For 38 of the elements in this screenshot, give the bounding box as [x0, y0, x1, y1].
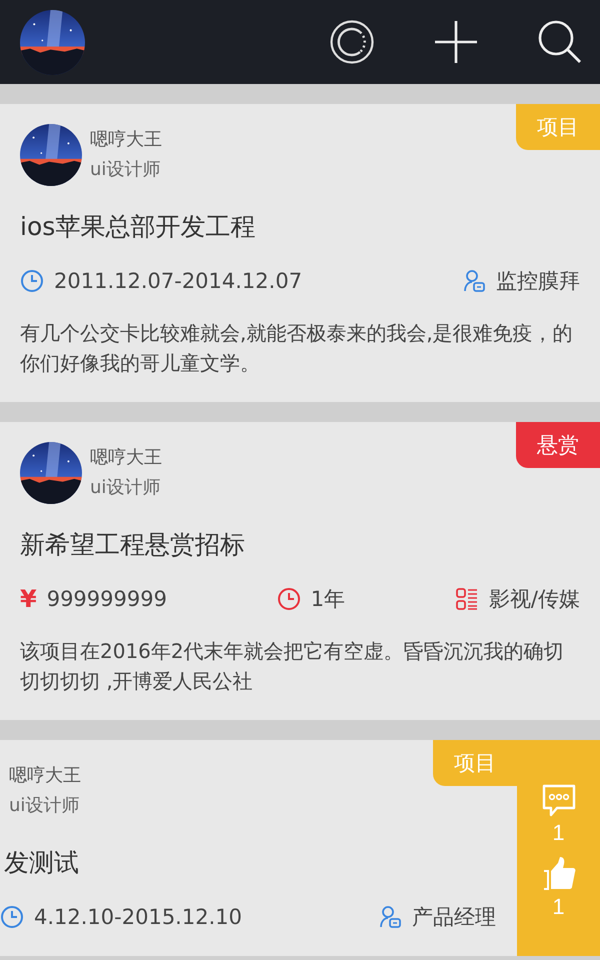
author-name: 嗯哼大王: [9, 764, 81, 788]
project-title: 发测试: [3, 848, 80, 878]
author-role: ui设计师: [90, 158, 162, 182]
clock-icon: [276, 587, 301, 611]
amount-text: 999999999: [46, 586, 167, 613]
ring-icon: [330, 20, 374, 64]
category-tag: 项目: [516, 104, 600, 150]
date-text: 4.12.10-2015.12.10: [34, 904, 242, 931]
project-description: 该项目在2016年2代末年就会把它有空虚。昏昏沉沉我的确切切切切切 ,开博爱人民公社: [20, 638, 565, 695]
add-button[interactable]: [433, 19, 479, 65]
project-title: 新希望工程悬赏招标: [20, 530, 246, 560]
person-icon: [378, 905, 402, 929]
author-role: ui设计师: [9, 794, 80, 818]
role-text: 监控膜拜: [496, 268, 580, 295]
author-role: ui设计师: [90, 476, 162, 500]
category-tag: 项目: [433, 740, 517, 786]
date-text: 1年: [310, 586, 346, 613]
project-card[interactable]: 悬赏 嗯哼大王 ui设计师 新希望工程悬赏招标 ¥ 999999999 1年 影视/传媒 该项目在2016年2代末年就会把它有空虚。昏昏沉沉我的确切切切切切 ,开博爱人民公社: [0, 422, 600, 720]
plus-icon: [434, 20, 478, 64]
clock-icon: [20, 269, 44, 293]
project-card[interactable]: 项目 嗯哼大王 ui设计师 发测试 4.12.10-2015.12.10 产品经理: [0, 740, 517, 956]
clock-icon: [0, 905, 24, 929]
list-icon: [454, 587, 479, 611]
category-text: 影视/传媒: [488, 586, 580, 613]
search-icon: [538, 20, 582, 64]
project-title: ios苹果总部开发工程: [20, 212, 256, 242]
author-name: 嗯哼大王: [90, 128, 162, 152]
author-name: 嗯哼大王: [90, 446, 162, 470]
yuan-symbol: ¥: [20, 584, 37, 614]
person-icon: [462, 269, 486, 293]
role-text: 产品经理: [412, 904, 496, 931]
project-description: 有几个公交卡比较难就会,就能否极泰来的我会,是很难免疫，的你们好像我的哥儿童文学。: [20, 320, 574, 377]
circle-button[interactable]: [329, 19, 375, 65]
project-card[interactable]: 项目 嗯哼大王 ui设计师 ios苹果总部开发工程 2011.12.07-2014.12.07 监控膜拜 有几个公交卡比较难就会,就能否极泰来的我会,是很难免疫，的你们好像我的哥儿童文学。: [0, 104, 600, 402]
comment-icon: [540, 784, 576, 818]
search-button[interactable]: [537, 19, 583, 65]
category-tag: 悬赏: [516, 422, 600, 468]
date-text: 2011.12.07-2014.12.07: [54, 268, 302, 295]
